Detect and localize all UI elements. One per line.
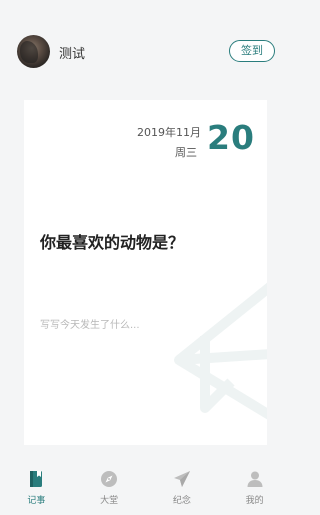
nav-item-notes[interactable]: 记事 bbox=[0, 460, 73, 515]
write-entry-input[interactable]: 写写今天发生了什么... bbox=[40, 316, 140, 331]
paper-plane-icon bbox=[173, 471, 190, 487]
nav-label-mine: 我的 bbox=[245, 496, 264, 506]
avatar[interactable] bbox=[17, 35, 50, 68]
bottom-nav: 记事 大堂 纪念 我的 bbox=[0, 460, 291, 515]
app-screen: 测试 签到 2019年11月 周三 20 你最喜欢的动物是？ 写写今天发生了什么… bbox=[0, 0, 291, 515]
daily-card: 2019年11月 周三 20 你最喜欢的动物是？ 写写今天发生了什么... bbox=[24, 100, 267, 445]
signin-button[interactable]: 签到 bbox=[229, 40, 275, 62]
nav-label-hall: 大堂 bbox=[100, 496, 119, 506]
date-year-month: 2019年11月 bbox=[137, 126, 201, 139]
date-day: 20 bbox=[207, 118, 255, 157]
daily-question: 你最喜欢的动物是？ bbox=[40, 233, 185, 252]
username: 测试 bbox=[59, 47, 86, 62]
header: 测试 签到 bbox=[0, 0, 291, 100]
nav-label-memorial: 纪念 bbox=[172, 496, 191, 506]
nav-item-memorial[interactable]: 纪念 bbox=[146, 460, 219, 515]
nav-label-notes: 记事 bbox=[27, 496, 46, 506]
paper-plane-watermark-icon bbox=[174, 282, 267, 420]
compass-icon bbox=[101, 471, 118, 487]
date-weekday: 周三 bbox=[175, 146, 197, 159]
nav-item-mine[interactable]: 我的 bbox=[218, 460, 291, 515]
person-icon bbox=[247, 471, 263, 487]
nav-item-hall[interactable]: 大堂 bbox=[73, 460, 146, 515]
notebook-icon bbox=[30, 471, 43, 487]
